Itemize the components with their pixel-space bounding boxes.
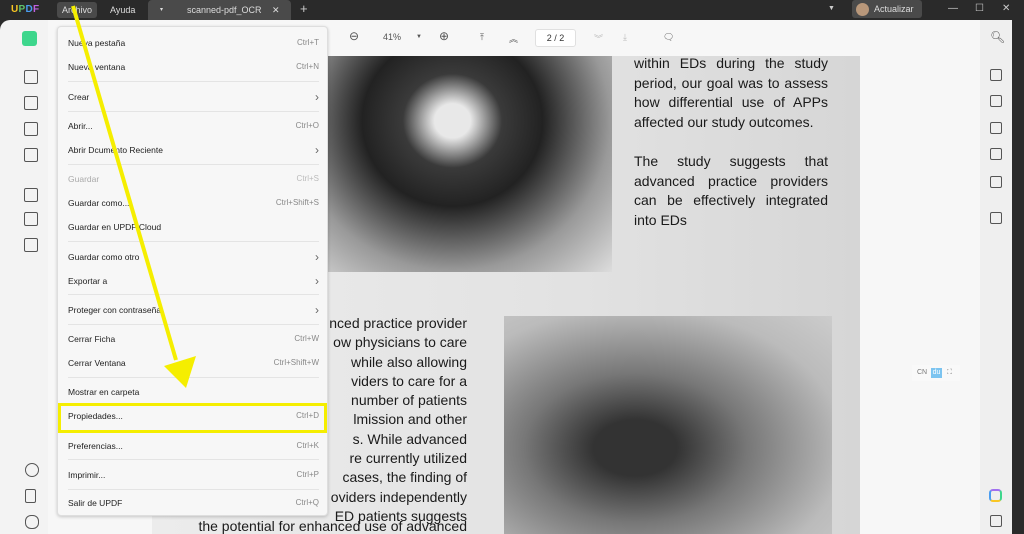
arrow-head xyxy=(164,356,196,388)
arrow-shaft xyxy=(71,5,178,361)
annotation-arrow xyxy=(71,5,196,388)
